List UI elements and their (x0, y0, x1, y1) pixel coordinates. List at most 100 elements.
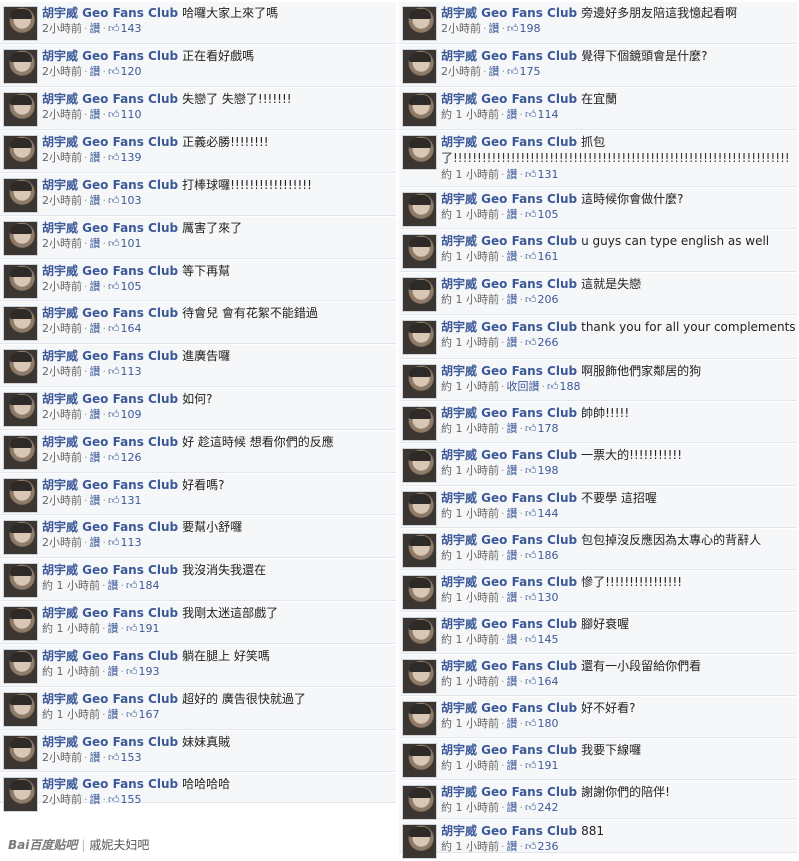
thumbs-up-icon[interactable]: 👍︎ (108, 451, 120, 465)
avatar[interactable] (3, 606, 38, 641)
thumbs-up-icon[interactable]: 👍︎ (525, 633, 537, 647)
thumbs-up-icon[interactable]: 👍︎ (108, 22, 120, 36)
thumbs-up-icon[interactable]: 👍︎ (108, 237, 120, 251)
thumbs-up-icon[interactable]: 👍︎ (525, 208, 537, 222)
author-link[interactable]: 胡宇威 Geo Fans Club (441, 135, 577, 149)
like-count[interactable]: 191 (538, 759, 559, 772)
like-count[interactable]: 110 (121, 108, 142, 121)
timestamp[interactable]: 2小時前 (42, 451, 82, 464)
author-link[interactable]: 胡宇威 Geo Fans Club (42, 135, 178, 149)
thumbs-up-icon[interactable]: 👍︎ (525, 549, 537, 563)
thumbs-up-icon[interactable]: 👍︎ (108, 408, 120, 422)
like-count[interactable]: 175 (520, 65, 541, 78)
author-link[interactable]: 胡宇威 Geo Fans Club (441, 406, 577, 420)
like-link[interactable]: 收回讚 (507, 380, 540, 393)
author-link[interactable]: 胡宇威 Geo Fans Club (42, 606, 178, 620)
like-link[interactable]: 讚 (507, 293, 518, 306)
author-link[interactable]: 胡宇威 Geo Fans Club (42, 306, 178, 320)
like-link[interactable]: 讚 (90, 322, 101, 335)
like-link[interactable]: 讚 (507, 759, 518, 772)
timestamp[interactable]: 約 1 小時前 (441, 208, 499, 221)
timestamp[interactable]: 2小時前 (42, 65, 82, 78)
avatar[interactable] (402, 364, 437, 399)
timestamp[interactable]: 約 1 小時前 (42, 579, 100, 592)
author-link[interactable]: 胡宇威 Geo Fans Club (42, 349, 178, 363)
author-link[interactable]: 胡宇威 Geo Fans Club (42, 6, 178, 20)
like-link[interactable]: 讚 (507, 422, 518, 435)
timestamp[interactable]: 約 1 小時前 (441, 717, 499, 730)
like-link[interactable]: 讚 (90, 751, 101, 764)
like-count[interactable]: 198 (520, 22, 541, 35)
like-count[interactable]: 266 (538, 336, 559, 349)
thumbs-up-icon[interactable]: 👍︎ (108, 536, 120, 550)
thumbs-up-icon[interactable]: 👍︎ (108, 280, 120, 294)
author-link[interactable]: 胡宇威 Geo Fans Club (42, 178, 178, 192)
like-count[interactable]: 164 (538, 675, 559, 688)
avatar[interactable] (402, 491, 437, 526)
like-link[interactable]: 讚 (507, 549, 518, 562)
thumbs-up-icon[interactable]: 👍︎ (108, 194, 120, 208)
author-link[interactable]: 胡宇威 Geo Fans Club (441, 6, 577, 20)
thumbs-up-icon[interactable]: 👍︎ (525, 422, 537, 436)
author-link[interactable]: 胡宇威 Geo Fans Club (42, 520, 178, 534)
like-count[interactable]: 198 (538, 464, 559, 477)
like-link[interactable]: 讚 (507, 801, 518, 814)
timestamp[interactable]: 2小時前 (42, 793, 82, 806)
author-link[interactable]: 胡宇威 Geo Fans Club (42, 735, 178, 749)
timestamp[interactable]: 2小時前 (42, 751, 82, 764)
thumbs-up-icon[interactable]: 👍︎ (525, 840, 537, 854)
avatar[interactable] (402, 743, 437, 778)
like-link[interactable]: 讚 (108, 579, 119, 592)
timestamp[interactable]: 約 1 小時前 (42, 622, 100, 635)
like-link[interactable]: 讚 (90, 451, 101, 464)
avatar[interactable] (3, 735, 38, 770)
author-link[interactable]: 胡宇威 Geo Fans Club (42, 692, 178, 706)
avatar[interactable] (3, 92, 38, 127)
like-count[interactable]: 109 (121, 408, 142, 421)
author-link[interactable]: 胡宇威 Geo Fans Club (42, 777, 178, 791)
thumbs-up-icon[interactable]: 👍︎ (525, 168, 537, 182)
timestamp[interactable]: 2小時前 (42, 22, 82, 35)
timestamp[interactable]: 約 1 小時前 (441, 591, 499, 604)
author-link[interactable]: 胡宇威 Geo Fans Club (42, 221, 178, 235)
avatar[interactable] (3, 349, 38, 384)
thumbs-up-icon[interactable]: 👍︎ (525, 675, 537, 689)
thumbs-up-icon[interactable]: 👍︎ (108, 793, 120, 807)
avatar[interactable] (402, 448, 437, 483)
avatar[interactable] (402, 234, 437, 269)
like-count[interactable]: 180 (538, 717, 559, 730)
like-count[interactable]: 164 (121, 322, 142, 335)
like-count[interactable]: 236 (538, 840, 559, 853)
thumbs-up-icon[interactable]: 👍︎ (525, 464, 537, 478)
thumbs-up-icon[interactable]: 👍︎ (525, 759, 537, 773)
like-link[interactable]: 讚 (90, 194, 101, 207)
like-link[interactable]: 讚 (108, 622, 119, 635)
author-link[interactable]: 胡宇威 Geo Fans Club (42, 49, 178, 63)
thumbs-up-icon[interactable]: 👍︎ (525, 507, 537, 521)
like-count[interactable]: 113 (121, 536, 142, 549)
like-count[interactable]: 242 (538, 801, 559, 814)
avatar[interactable] (3, 692, 38, 727)
like-count[interactable]: 191 (139, 622, 160, 635)
avatar[interactable] (402, 6, 437, 41)
author-link[interactable]: 胡宇威 Geo Fans Club (441, 364, 577, 378)
thumbs-up-icon[interactable]: 👍︎ (108, 322, 120, 336)
timestamp[interactable]: 2小時前 (42, 322, 82, 335)
like-link[interactable]: 讚 (507, 208, 518, 221)
author-link[interactable]: 胡宇威 Geo Fans Club (441, 659, 577, 673)
avatar[interactable] (402, 824, 437, 859)
avatar[interactable] (402, 277, 437, 312)
like-link[interactable]: 讚 (507, 464, 518, 477)
like-count[interactable]: 193 (139, 665, 160, 678)
author-link[interactable]: 胡宇威 Geo Fans Club (441, 448, 577, 462)
like-count[interactable]: 178 (538, 422, 559, 435)
like-count[interactable]: 131 (538, 168, 559, 181)
author-link[interactable]: 胡宇威 Geo Fans Club (441, 192, 577, 206)
thumbs-up-icon[interactable]: 👍︎ (108, 365, 120, 379)
like-count[interactable]: 131 (121, 494, 142, 507)
avatar[interactable] (3, 178, 38, 213)
avatar[interactable] (3, 264, 38, 299)
avatar[interactable] (3, 392, 38, 427)
thumbs-up-icon[interactable]: 👍︎ (108, 751, 120, 765)
timestamp[interactable]: 2小時前 (42, 194, 82, 207)
